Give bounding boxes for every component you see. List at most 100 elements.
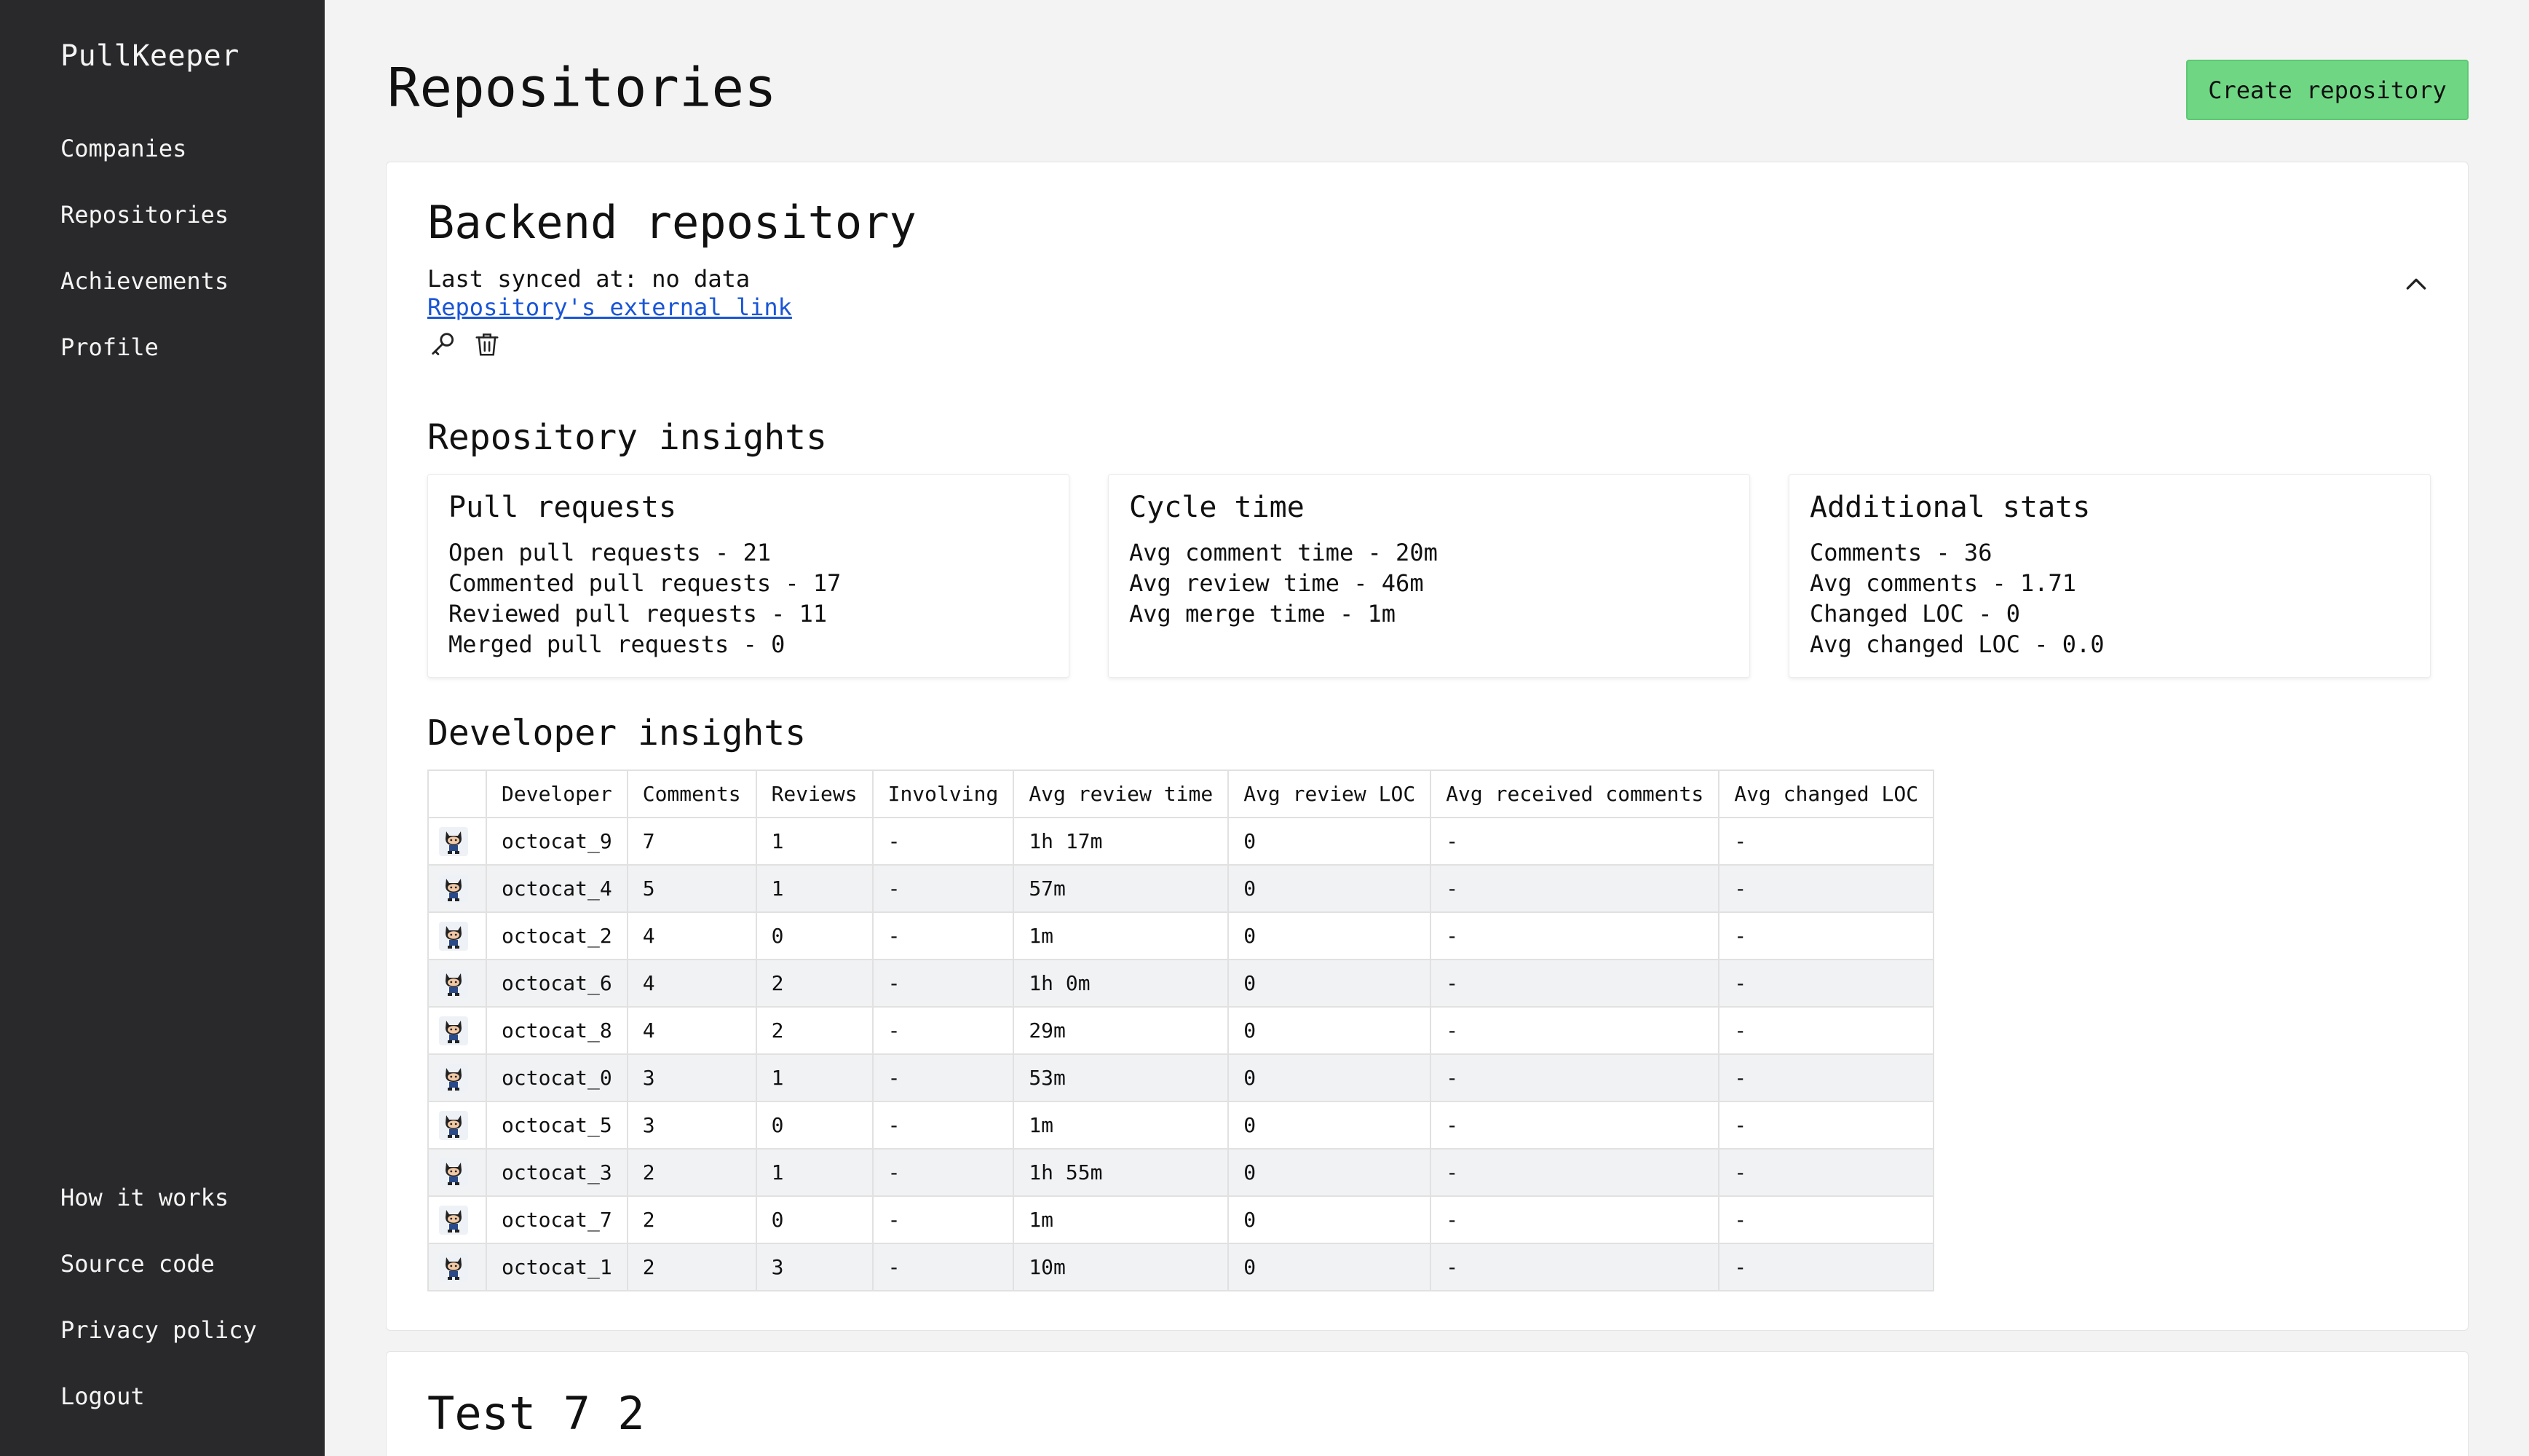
table-row: octocat_6 4 2-1h 0m 0- - <box>427 959 1935 1008</box>
cell-comments: 7 <box>626 817 757 866</box>
cell-avg-changed-loc: - <box>1718 911 1935 960</box>
sidebar-item-how-it-works[interactable]: How it works <box>60 1183 257 1249</box>
developer-insights-title: Developer insights <box>427 713 807 753</box>
cell-involving: - <box>871 1053 1015 1102</box>
sidebar-item-source-code[interactable]: Source code <box>60 1249 257 1315</box>
table-row: octocat_7 2 0-1m 0- - <box>427 1195 1935 1244</box>
cell-involving: - <box>871 911 1015 960</box>
cell-reviews: 1 <box>755 1053 874 1102</box>
cell-avg-review-loc: 0 <box>1227 864 1432 913</box>
cell-reviews: 1 <box>755 1148 874 1197</box>
cell-comments: 3 <box>626 1053 757 1102</box>
cell-avg-review-loc: 0 <box>1227 1053 1432 1102</box>
cell-avg-received-comments: - <box>1430 817 1720 866</box>
cell-avg-changed-loc: - <box>1718 959 1935 1008</box>
cell-avg-review-loc: 0 <box>1227 1101 1432 1150</box>
cell-reviews: 0 <box>755 911 874 960</box>
cell-involving: - <box>871 959 1015 1008</box>
last-synced-text: Last synced at: no data <box>427 265 751 293</box>
repository-insights-title: Repository insights <box>427 417 828 458</box>
cell-comments: 5 <box>626 864 757 913</box>
cell-avg-received-comments: - <box>1430 911 1720 960</box>
pull-requests-box: Pull requests Open pull requests - 21 Co… <box>427 474 1069 678</box>
cell-avg-changed-loc: - <box>1718 1243 1935 1291</box>
cell-avg-received-comments: - <box>1430 864 1720 913</box>
cell-avg-review-time: 1m <box>1013 911 1230 960</box>
octocat-avatar-icon <box>427 1243 487 1291</box>
cell-avg-review-time: 53m <box>1013 1053 1230 1102</box>
table-row: octocat_8 4 2-29m 0- - <box>427 1006 1935 1055</box>
key-icon[interactable] <box>427 328 459 360</box>
column-header-reviews: Reviews <box>755 769 874 818</box>
developer-insights-table: Developer Comments Reviews Involving Avg… <box>427 769 1935 1291</box>
insight-line: Comments - 36 <box>1810 539 1992 566</box>
octocat-avatar-icon <box>427 1053 487 1102</box>
cell-involving: - <box>871 1101 1015 1150</box>
cell-avg-changed-loc: - <box>1718 1195 1935 1244</box>
cell-involving: - <box>871 1243 1015 1291</box>
cell-avg-review-loc: 0 <box>1227 911 1432 960</box>
column-header-involving: Involving <box>871 769 1015 818</box>
octocat-avatar-icon <box>427 1195 487 1244</box>
cell-avg-received-comments: - <box>1430 1195 1720 1244</box>
cell-reviews: 2 <box>755 959 874 1008</box>
octocat-avatar-icon <box>427 911 487 960</box>
sidebar-item-profile[interactable]: Profile <box>60 333 229 399</box>
insight-line: Commented pull requests - 17 <box>448 569 842 597</box>
octocat-avatar-icon <box>427 1148 487 1197</box>
cell-involving: - <box>871 1148 1015 1197</box>
cell-comments: 2 <box>626 1148 757 1197</box>
cell-reviews: 1 <box>755 817 874 866</box>
cell-involving: - <box>871 817 1015 866</box>
sidebar-nav-bottom: How it works Source code Privacy policy … <box>60 1183 257 1448</box>
cell-comments: 4 <box>626 959 757 1008</box>
cell-developer: octocat_4 <box>486 864 628 913</box>
cell-avg-review-time: 1m <box>1013 1101 1230 1150</box>
insight-box-title: Pull requests <box>448 491 677 524</box>
sidebar-item-privacy-policy[interactable]: Privacy policy <box>60 1315 257 1382</box>
cell-avg-review-time: 1m <box>1013 1195 1230 1244</box>
cycle-time-box: Cycle time Avg comment time - 20m Avg re… <box>1108 474 1750 678</box>
octocat-avatar-icon <box>427 1101 487 1150</box>
cell-avg-received-comments: - <box>1430 1101 1720 1150</box>
sidebar-item-companies[interactable]: Companies <box>60 134 229 200</box>
insight-line: Avg changed LOC - 0.0 <box>1810 630 2105 658</box>
cell-reviews: 0 <box>755 1101 874 1150</box>
repository-name: Test 7 2 <box>427 1387 645 1440</box>
cell-avg-review-loc: 0 <box>1227 959 1432 1008</box>
table-row: octocat_1 2 3-10m 0- - <box>427 1243 1935 1291</box>
cell-avg-review-time: 57m <box>1013 864 1230 913</box>
column-header-avg-review-time: Avg review time <box>1013 769 1230 818</box>
column-header-avg-review-loc: Avg review LOC <box>1227 769 1432 818</box>
cell-developer: octocat_8 <box>486 1006 628 1055</box>
table-row: octocat_0 3 1-53m 0- - <box>427 1053 1935 1102</box>
cell-reviews: 1 <box>755 864 874 913</box>
repository-card: Backend repository Last synced at: no da… <box>386 162 2469 1331</box>
app-brand[interactable]: PullKeeper <box>60 39 240 73</box>
cell-avg-review-time: 29m <box>1013 1006 1230 1055</box>
sidebar-item-achievements[interactable]: Achievements <box>60 266 229 333</box>
sidebar-item-logout[interactable]: Logout <box>60 1382 257 1448</box>
insight-box-title: Cycle time <box>1129 491 1305 524</box>
cell-comments: 2 <box>626 1243 757 1291</box>
sidebar-item-repositories[interactable]: Repositories <box>60 200 229 266</box>
cell-developer: octocat_0 <box>486 1053 628 1102</box>
insight-line: Open pull requests - 21 <box>448 539 772 566</box>
insight-line: Avg comment time - 20m <box>1129 539 1438 566</box>
insight-box-title: Additional stats <box>1810 491 2091 524</box>
trash-icon[interactable] <box>471 328 503 360</box>
cell-developer: octocat_3 <box>486 1148 628 1197</box>
create-repository-button[interactable]: Create repository <box>2186 60 2469 120</box>
column-header-avg-changed-loc: Avg changed LOC <box>1718 769 1935 818</box>
cell-avg-received-comments: - <box>1430 1006 1720 1055</box>
octocat-avatar-icon <box>427 1006 487 1055</box>
cell-avg-review-time: 10m <box>1013 1243 1230 1291</box>
insight-line: Avg comments - 1.71 <box>1810 569 2077 597</box>
cell-avg-received-comments: - <box>1430 959 1720 1008</box>
octocat-avatar-icon <box>427 817 487 866</box>
cell-developer: octocat_2 <box>486 911 628 960</box>
repository-external-link[interactable]: Repository's external link <box>427 293 792 321</box>
repository-actions <box>427 328 503 360</box>
cell-avg-review-loc: 0 <box>1227 1148 1432 1197</box>
chevron-up-icon[interactable] <box>2393 261 2439 308</box>
